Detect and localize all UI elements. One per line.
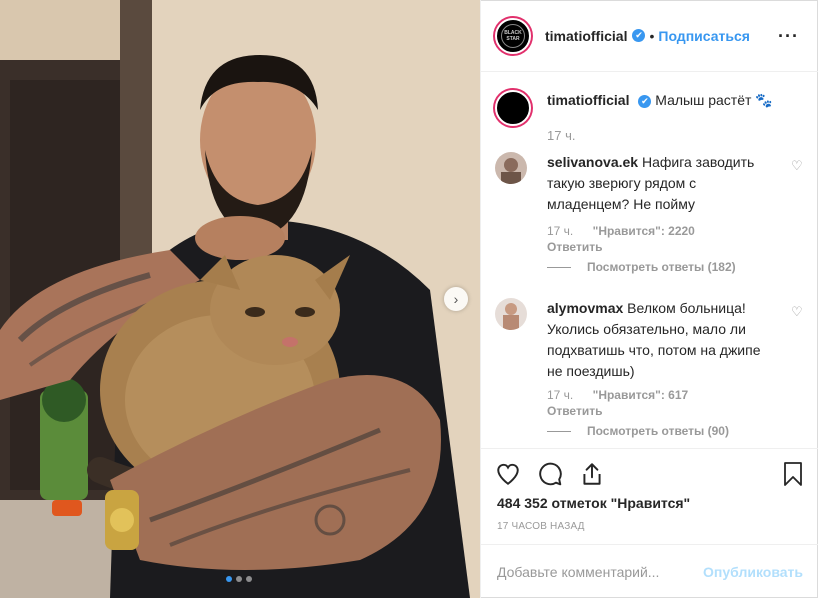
view-replies-label: Посмотреть ответы (182) xyxy=(587,260,736,274)
avatar-photo xyxy=(503,303,519,330)
comments-list[interactable]: timatiofficial ✔ Малыш растёт 🐾 17 ч. se… xyxy=(481,72,818,448)
view-replies-button[interactable]: Посмотреть ответы (90) xyxy=(547,424,729,438)
comment-likes[interactable]: "Нравится": 2220 xyxy=(593,224,695,238)
carousel-dot xyxy=(226,576,232,582)
avatar-logo: BLACK STAR xyxy=(501,23,525,48)
verified-icon: ✔ xyxy=(632,29,646,42)
divider xyxy=(547,430,571,432)
comment-username[interactable]: alymovmax xyxy=(547,300,623,316)
comment-username[interactable]: selivanova.ek xyxy=(547,154,638,170)
reply-button[interactable]: Ответить xyxy=(547,240,602,254)
view-replies-button[interactable]: Посмотреть ответы (182) xyxy=(547,260,736,274)
avatar[interactable] xyxy=(495,298,527,330)
carousel-dot xyxy=(246,576,252,582)
caption-time: 17 ч. xyxy=(547,128,576,143)
bookmark-icon[interactable] xyxy=(781,461,805,487)
comment-meta: 17 ч. "Нравится": 617 xyxy=(547,388,704,402)
carousel-next-button[interactable]: › xyxy=(444,287,468,311)
comment-meta: 17 ч. "Нравится": 2220 xyxy=(547,224,711,238)
more-options-icon[interactable]: ··· xyxy=(778,26,799,47)
post-timestamp: 17 ЧАСОВ НАЗАД xyxy=(497,521,585,532)
comment-likes[interactable]: "Нравится": 617 xyxy=(593,388,689,402)
avatar[interactable]: BLACK STAR xyxy=(495,17,531,54)
post-side-panel: BLACK STAR timatiofficial ✔ • Подписатьс… xyxy=(480,0,818,598)
comment-time: 17 ч. xyxy=(547,224,574,238)
heart-icon[interactable] xyxy=(495,461,521,487)
photo-illustration xyxy=(0,0,480,598)
post-photo[interactable]: › xyxy=(0,0,480,598)
likes-count[interactable]: 484 352 отметок "Нравится" xyxy=(497,495,690,511)
carousel-dots xyxy=(226,576,252,582)
separator: • xyxy=(649,27,655,44)
caption-username[interactable]: timatiofficial xyxy=(547,92,629,108)
caption-text: Малыш растёт xyxy=(655,92,752,108)
author-username[interactable]: timatiofficial xyxy=(545,28,627,44)
follow-button[interactable]: Подписаться xyxy=(658,28,750,44)
chevron-right-icon: › xyxy=(453,291,459,307)
avatar-photo xyxy=(501,158,521,184)
reply-button[interactable]: Ответить xyxy=(547,404,602,418)
carousel-dot xyxy=(236,576,242,582)
publish-button[interactable]: Опубликовать xyxy=(703,564,803,580)
caption-body: timatiofficial ✔ Малыш растёт 🐾 xyxy=(547,90,777,111)
verified-icon: ✔ xyxy=(638,94,652,108)
action-icons xyxy=(495,461,605,487)
avatar[interactable] xyxy=(495,152,527,184)
divider xyxy=(547,266,571,268)
comment-icon[interactable] xyxy=(537,461,563,487)
comment-body: alymovmax Велком больница! Уколись обяза… xyxy=(547,298,777,382)
view-replies-label: Посмотреть ответы (90) xyxy=(587,424,729,438)
paw-emoji-icon: 🐾 xyxy=(755,92,773,108)
avatar[interactable] xyxy=(495,90,531,126)
add-comment-bar: Опубликовать xyxy=(481,544,818,598)
comment-time: 17 ч. xyxy=(547,388,574,402)
share-icon[interactable] xyxy=(579,461,605,487)
comment-input[interactable] xyxy=(497,563,696,580)
post-header: BLACK STAR timatiofficial ✔ • Подписатьс… xyxy=(481,0,818,72)
comment-body: selivanova.ek Нафига заводить такую звер… xyxy=(547,152,777,215)
small-heart-icon[interactable]: ♡ xyxy=(791,158,805,173)
small-heart-icon[interactable]: ♡ xyxy=(791,304,805,319)
post-actions: 484 352 отметок "Нравится" 17 ЧАСОВ НАЗА… xyxy=(481,448,818,544)
